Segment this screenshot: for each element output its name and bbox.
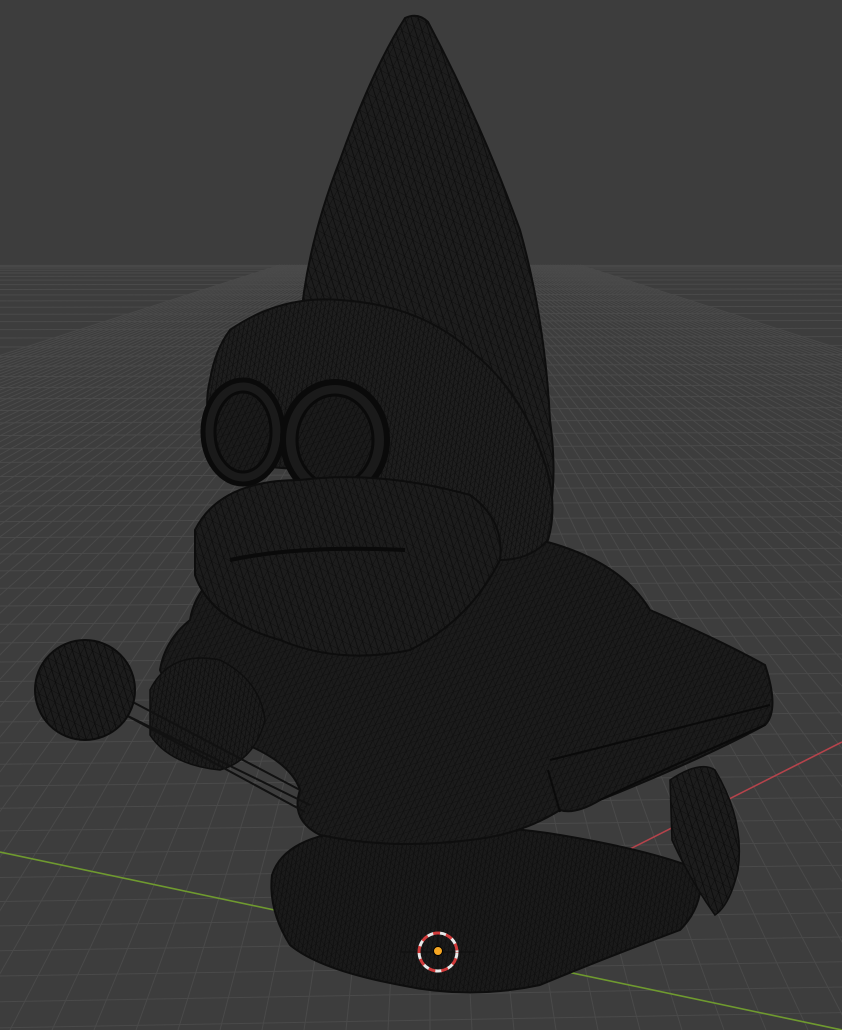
grid-line [0,1012,842,1029]
3d-viewport[interactable] [0,0,842,1030]
viewport-canvas[interactable] [0,0,842,1030]
gnome-mesh[interactable] [34,14,774,994]
origin-point [433,946,443,956]
